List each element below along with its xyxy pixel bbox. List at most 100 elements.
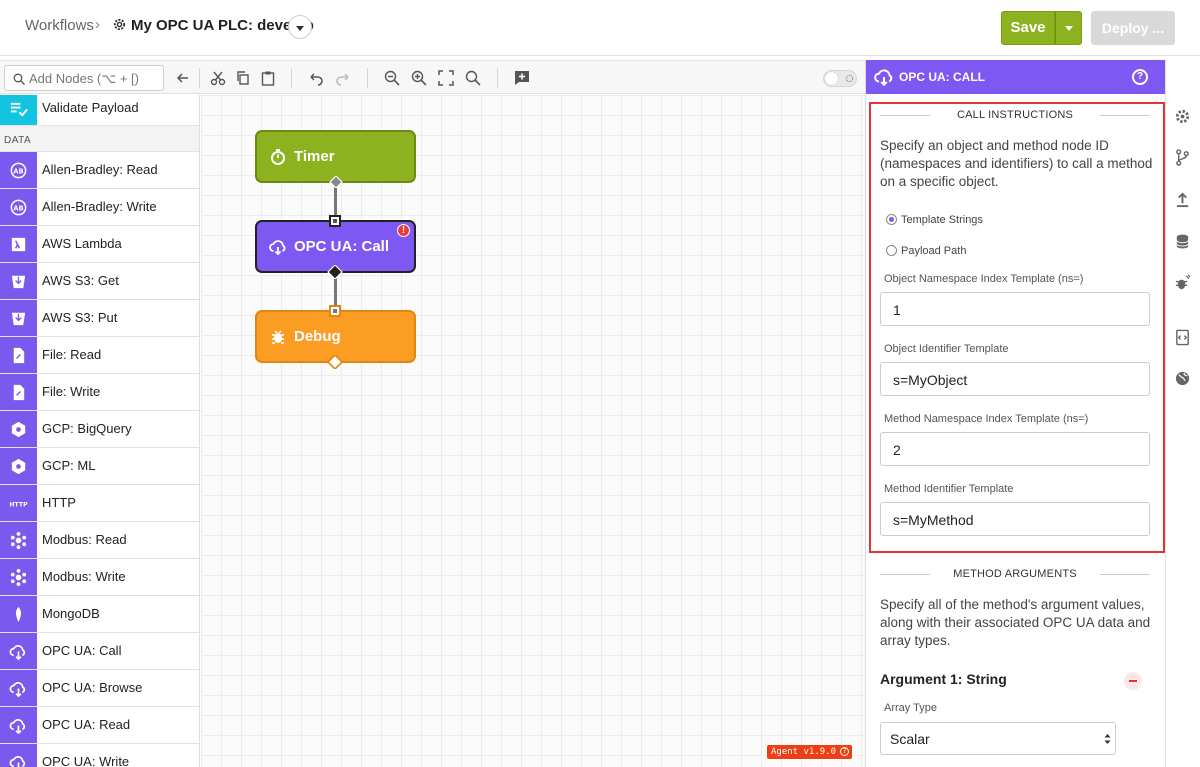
deploy-button[interactable]: Deploy ...: [1091, 11, 1175, 45]
debug-bug-icon[interactable]: [1174, 274, 1191, 291]
palette-item-icon-box: [0, 263, 37, 299]
save-dropdown-button[interactable]: [1055, 11, 1082, 45]
database-icon[interactable]: [1174, 233, 1191, 250]
workflow-canvas[interactable]: Timer OPC UA: Call ! Debug Agent v1.9.0 …: [201, 95, 865, 767]
palette-item-allen-bradley-read[interactable]: AB Allen-Bradley: Read: [0, 152, 199, 189]
svg-text:AB: AB: [13, 167, 23, 175]
output-port[interactable]: [327, 265, 343, 279]
cloud-icon: [9, 682, 26, 698]
palette-item-icon-box: [0, 448, 37, 484]
object-namespace-input[interactable]: 1: [880, 292, 1150, 326]
palette-item-gcp-bigquery[interactable]: GCP: BigQuery: [0, 411, 199, 448]
palette-item-mongodb[interactable]: MongoDB: [0, 596, 199, 633]
input-port[interactable]: [329, 305, 341, 317]
toolbar-divider: [497, 68, 498, 88]
search-placeholder: Add Nodes (⌥ + [): [29, 71, 139, 86]
object-identifier-input[interactable]: s=MyObject: [880, 362, 1150, 396]
ab-icon: AB: [10, 162, 27, 179]
settings-gear-icon[interactable]: [1174, 108, 1191, 125]
palette-item-modbus-write[interactable]: Modbus: Write: [0, 559, 199, 596]
zoom-in-icon[interactable]: [410, 69, 428, 87]
palette-item-gcp-ml[interactable]: GCP: ML: [0, 448, 199, 485]
palette-item-label: AWS S3: Put: [42, 310, 118, 325]
add-nodes-search-input[interactable]: Add Nodes (⌥ + [): [4, 65, 164, 91]
toolbar-divider: [291, 68, 292, 88]
agent-version-text: Agent v1.9.0: [771, 747, 837, 757]
canvas-toggle-switch[interactable]: [823, 70, 857, 87]
palette-item-icon-box: [0, 226, 37, 262]
workflow-dropdown-button[interactable]: [288, 15, 312, 39]
output-port[interactable]: [327, 355, 343, 369]
fit-to-screen-icon[interactable]: [437, 69, 455, 87]
palette-item-file-read[interactable]: File: Read: [0, 337, 199, 374]
palette-item-aws-s3-get[interactable]: AWS S3: Get: [0, 263, 199, 300]
undo-icon[interactable]: [307, 69, 325, 87]
paste-icon[interactable]: [259, 69, 277, 87]
code-embed-icon[interactable]: [1174, 329, 1191, 346]
palette-item-opc-ua-browse[interactable]: OPC UA: Browse: [0, 670, 199, 707]
gcp-icon: [11, 458, 26, 475]
palette-item-validate-payload[interactable]: Validate Payload: [0, 95, 199, 126]
branch-icon[interactable]: [1174, 149, 1191, 166]
output-port[interactable]: [328, 176, 344, 188]
array-type-select[interactable]: Scalar: [880, 722, 1116, 755]
method-identifier-input[interactable]: s=MyMethod: [880, 502, 1150, 536]
radio-template-strings[interactable]: [886, 214, 897, 225]
palette-item-label: File: Read: [42, 347, 102, 362]
help-icon[interactable]: ?: [1132, 69, 1148, 85]
add-comment-icon[interactable]: [513, 69, 531, 87]
palette-item-icon-box: [0, 337, 37, 373]
cloud-icon: [9, 645, 26, 661]
palette-item-allen-bradley-write[interactable]: AB Allen-Bradley: Write: [0, 189, 199, 226]
copy-icon[interactable]: [234, 69, 252, 87]
field-label-array-type: Array Type: [884, 702, 937, 714]
mongodb-icon: [15, 606, 22, 623]
field-label-method-identifier: Method Identifier Template: [884, 483, 1014, 495]
cloud-icon: [9, 756, 26, 767]
gear-icon: [845, 74, 854, 83]
node-label: Timer: [294, 148, 335, 165]
globe-icon[interactable]: [1174, 370, 1191, 387]
palette-item-label: Allen-Bradley: Write: [42, 199, 157, 214]
argument-1-title: Argument 1: String: [880, 671, 1007, 687]
palette-item-opc-ua-write[interactable]: OPC UA: Write: [0, 744, 199, 767]
zoom-out-icon[interactable]: [383, 69, 401, 87]
palette-item-label: OPC UA: Browse: [42, 680, 143, 695]
cut-icon[interactable]: [209, 69, 227, 87]
breadcrumb-workflows[interactable]: Workflows: [25, 17, 94, 34]
node-palette-sidebar: Validate Payload DATA AB Allen-Bradley: R…: [0, 95, 200, 767]
cloud-icon: [874, 69, 893, 87]
palette-item-modbus-read[interactable]: Modbus: Read: [0, 522, 199, 559]
workflow-name: My OPC UA PLC: develop: [131, 17, 314, 34]
method-namespace-input[interactable]: 2: [880, 432, 1150, 466]
section-title-text: METHOD ARGUMENTS: [953, 568, 1077, 580]
agent-version-badge[interactable]: Agent v1.9.0 ?: [767, 745, 853, 759]
lambda-icon: [11, 237, 26, 252]
palette-item-label: OPC UA: Call: [42, 643, 122, 658]
palette-item-aws-s3-put[interactable]: AWS S3: Put: [0, 300, 199, 337]
bucket-icon: [11, 275, 26, 289]
palette-item-aws-lambda[interactable]: AWS Lambda: [0, 226, 199, 263]
zoom-reset-icon[interactable]: [464, 69, 482, 87]
palette-item-http[interactable]: HTTP HTTP: [0, 485, 199, 522]
panel-title: OPC UA: CALL: [899, 70, 985, 84]
palette-item-opc-ua-call[interactable]: OPC UA: Call: [0, 633, 199, 670]
upload-icon[interactable]: [1174, 191, 1191, 208]
field-label-object-namespace: Object Namespace Index Template (ns=): [884, 273, 1084, 285]
method-arguments-description: Specify all of the method's argument val…: [880, 597, 1151, 648]
radio-payload-path[interactable]: [886, 245, 897, 256]
input-port[interactable]: [329, 215, 341, 227]
palette-item-file-write[interactable]: File: Write: [0, 374, 199, 411]
collapse-sidebar-icon[interactable]: [174, 69, 192, 87]
validate-icon: [10, 102, 28, 117]
svg-text:HTTP: HTTP: [9, 501, 28, 508]
redo-icon[interactable]: [334, 69, 352, 87]
save-button[interactable]: Save: [1001, 11, 1055, 45]
array-type-value: Scalar: [890, 731, 930, 747]
palette-item-opc-ua-read[interactable]: OPC UA: Read: [0, 707, 199, 744]
field-label-method-namespace: Method Namespace Index Template (ns=): [884, 413, 1089, 425]
remove-argument-button[interactable]: [1124, 672, 1142, 690]
node-config-panel: OPC UA: CALL ? CALL INSTRUCTIONS Specify…: [865, 60, 1166, 767]
palette-item-icon-box: [0, 559, 37, 595]
palette-item-icon-box: [0, 633, 37, 669]
